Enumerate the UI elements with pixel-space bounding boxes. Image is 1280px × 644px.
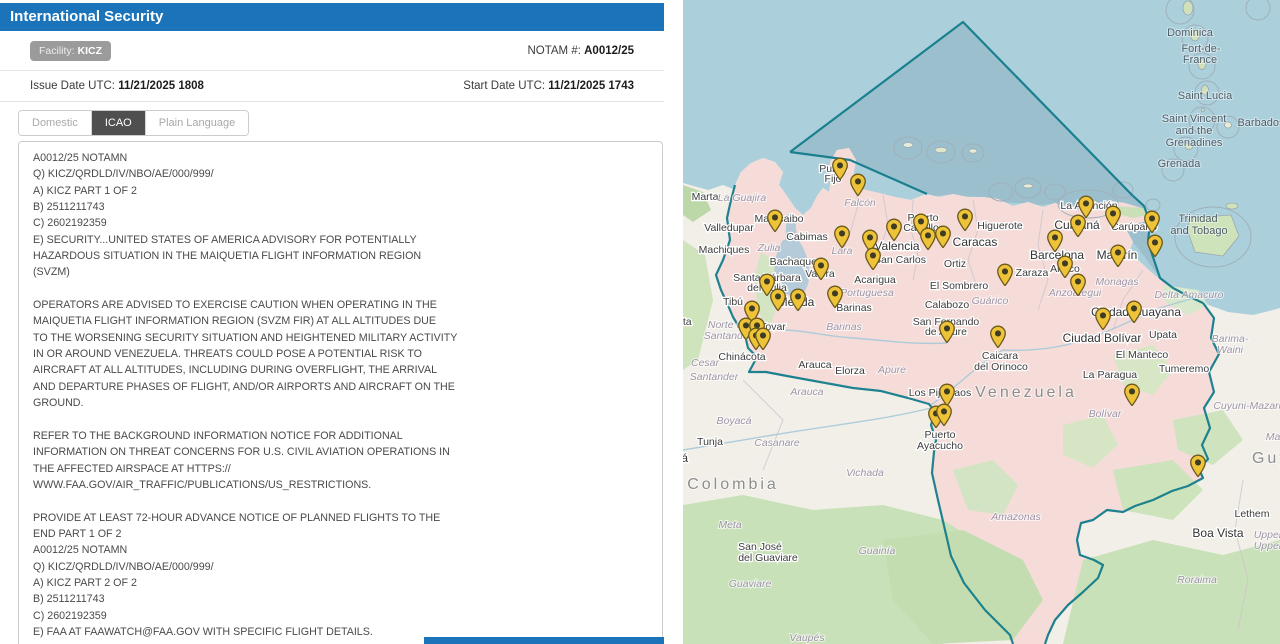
map-label: Guárico bbox=[972, 295, 1009, 307]
map[interactable]: MartaValleduparMachiquesMaracaiboCabimas… bbox=[683, 0, 1280, 644]
map-label: Guaviare bbox=[729, 578, 772, 590]
map-label: Bolívar bbox=[1089, 408, 1122, 420]
map-label: Casanare bbox=[754, 437, 800, 449]
map-label: Higuerote bbox=[977, 220, 1023, 232]
map-label: Tibú bbox=[723, 296, 743, 308]
facility-badge: Facility: KICZ bbox=[30, 41, 111, 61]
map-label: Colombia bbox=[687, 476, 779, 493]
map-label: Arauca bbox=[789, 386, 823, 398]
map-label: Cúcuta bbox=[683, 316, 692, 328]
map-label: Upper bbox=[1254, 540, 1280, 552]
map-label: Elorza bbox=[835, 365, 865, 377]
map-label: Amazonas bbox=[990, 511, 1041, 523]
facility-label: Facility: bbox=[39, 45, 75, 57]
map-label: Grenada bbox=[1158, 158, 1202, 170]
map-label: Tumeremo bbox=[1159, 363, 1210, 375]
map-label: Calabozo bbox=[925, 299, 970, 311]
map-label: Falcón bbox=[844, 197, 876, 209]
map-label: Ayacucho bbox=[917, 440, 963, 452]
map-label: and Tobago bbox=[1170, 225, 1227, 237]
map-label: La Paragua bbox=[1083, 369, 1137, 381]
map-label: Boa Vista bbox=[1192, 526, 1243, 540]
map-label: La Guajira bbox=[718, 192, 767, 204]
tab-icao[interactable]: ICAO bbox=[92, 111, 146, 135]
map-label: Barinas bbox=[836, 302, 872, 314]
map-label: Barcelona bbox=[1030, 248, 1084, 262]
map-label: Vichada bbox=[846, 467, 884, 479]
map-label: Venezuela bbox=[975, 384, 1077, 401]
map-label: Roraima bbox=[1177, 574, 1217, 586]
map-label: Waini bbox=[1217, 344, 1244, 356]
map-label: Portuguesa bbox=[840, 287, 894, 299]
map-label: del Orinoco bbox=[974, 361, 1028, 373]
map-label: Caracas bbox=[953, 235, 998, 249]
map-label: Guyana bbox=[1252, 450, 1280, 467]
notam-text: A0012/25 NOTAMN Q) KICZ/QRDLD/IV/NBO/AE/… bbox=[18, 141, 663, 644]
map-label: del Guaviare bbox=[738, 552, 798, 564]
map-label: Upata bbox=[1149, 329, 1177, 341]
map-label: Chinácota bbox=[718, 351, 765, 363]
map-label: Acarigua bbox=[854, 274, 896, 286]
map-label: Guainía bbox=[859, 545, 896, 557]
map-label: Bogotá bbox=[683, 451, 688, 465]
map-label: Barinas bbox=[826, 321, 862, 333]
map-label: Santander bbox=[690, 371, 739, 383]
notam-number: NOTAM #: A0012/25 bbox=[527, 45, 634, 57]
issue-date: Issue Date UTC: 11/21/2025 1808 bbox=[30, 80, 204, 92]
map-label: Apure bbox=[877, 364, 906, 376]
map-label: Dominica bbox=[1167, 27, 1214, 39]
notam-panel: International Security Facility: KICZ NO… bbox=[0, 0, 683, 644]
map-label: Cabimas bbox=[786, 231, 827, 243]
tab-domestic[interactable]: Domestic bbox=[19, 111, 92, 135]
map-label: Saint Vincent bbox=[1162, 113, 1227, 125]
map-label: Ortiz bbox=[944, 258, 966, 270]
map-label: Monagas bbox=[1095, 276, 1139, 288]
map-label: Machiques bbox=[699, 244, 750, 256]
map-label: Ciudad Bolívar bbox=[1063, 331, 1142, 345]
map-label: El Sombrero bbox=[930, 280, 989, 292]
map-label: Grenadines bbox=[1166, 137, 1223, 149]
map-label: Valencia bbox=[874, 239, 919, 253]
map-label: San Carlos bbox=[874, 254, 926, 266]
map-label: Zulia bbox=[757, 242, 781, 254]
page-title: International Security bbox=[0, 3, 664, 31]
tab-plain-language[interactable]: Plain Language bbox=[146, 111, 248, 135]
facility-row: Facility: KICZ NOTAM #: A0012/25 bbox=[0, 31, 664, 70]
map-label: Boyacá bbox=[716, 415, 751, 427]
divider bbox=[0, 101, 664, 102]
map-label: Trinidad bbox=[1178, 213, 1217, 225]
dates-row: Issue Date UTC: 11/21/2025 1808 Start Da… bbox=[0, 70, 664, 101]
map-label: Tunja bbox=[697, 436, 723, 448]
map-label: Zaraza bbox=[1016, 267, 1049, 279]
start-date: Start Date UTC: 11/21/2025 1743 bbox=[463, 80, 634, 92]
map-label: Valledupar bbox=[704, 222, 754, 234]
map-label: Cuyuni-Mazaruni bbox=[1213, 400, 1280, 412]
map-label: France bbox=[1183, 54, 1217, 66]
map-label: and the bbox=[1176, 125, 1213, 137]
map-label: Vaupés bbox=[789, 632, 825, 644]
app-root: International Security Facility: KICZ NO… bbox=[0, 0, 1280, 644]
map-label: Mahdia bbox=[1266, 431, 1280, 443]
map-canvas: MartaValleduparMachiquesMaracaiboCabimas… bbox=[683, 0, 1280, 644]
next-section-header-edge bbox=[424, 637, 664, 644]
map-label: Cesar bbox=[691, 357, 720, 369]
map-label: Saint Lucia bbox=[1178, 90, 1233, 102]
map-label: Delta Amacuro bbox=[1154, 289, 1223, 301]
map-label: Lethem bbox=[1234, 508, 1269, 520]
map-label: Marta bbox=[692, 191, 719, 203]
format-tabs: Domestic ICAO Plain Language bbox=[18, 110, 249, 136]
map-label: Meta bbox=[718, 519, 742, 531]
map-label: El Manteco bbox=[1116, 349, 1169, 361]
map-label: Barbados bbox=[1237, 117, 1280, 129]
facility-value: KICZ bbox=[78, 45, 103, 57]
map-label: Arauca bbox=[798, 359, 831, 371]
